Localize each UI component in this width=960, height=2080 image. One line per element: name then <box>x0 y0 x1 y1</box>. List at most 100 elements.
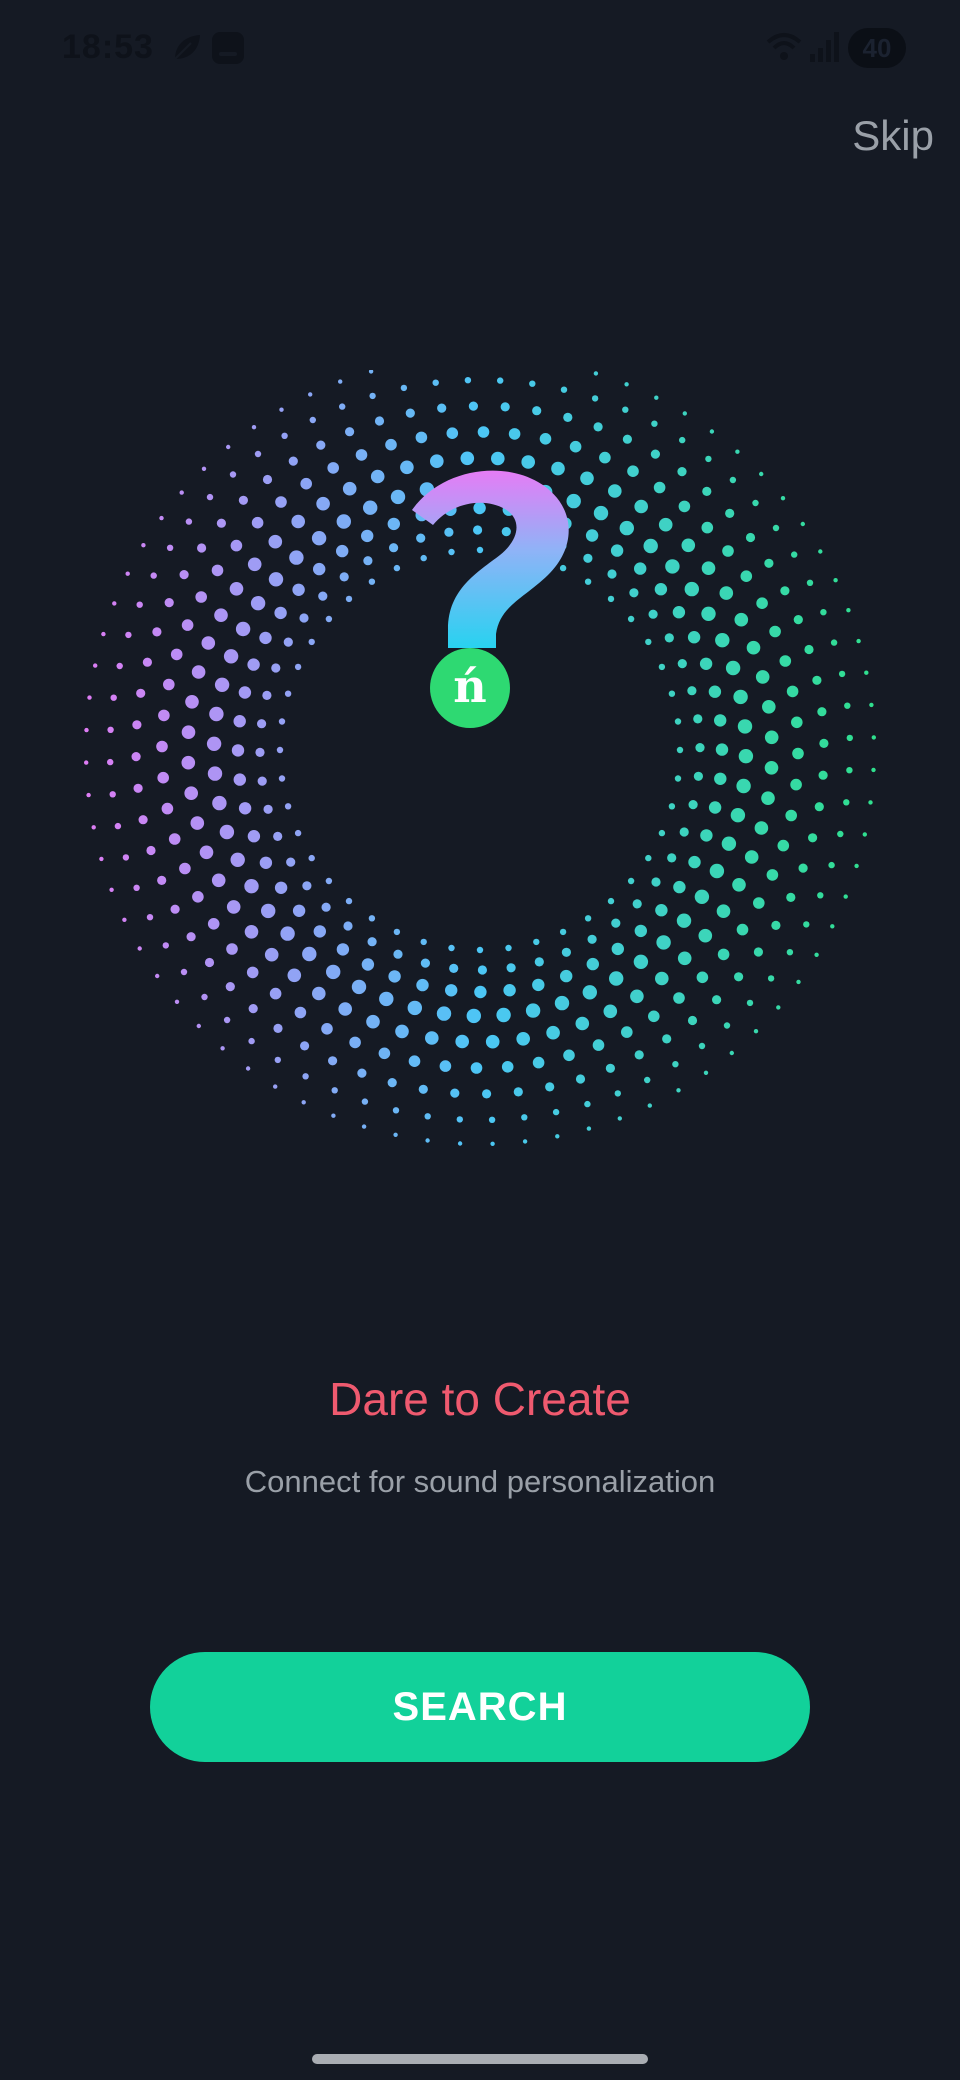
ring-dot <box>817 707 827 717</box>
ring-dot <box>192 891 204 903</box>
ring-dot <box>687 686 697 696</box>
ring-dot <box>284 803 292 810</box>
ring-dot <box>235 621 251 637</box>
ring-dot <box>485 1034 500 1049</box>
ring-dot <box>233 773 246 786</box>
ring-dot <box>744 850 759 864</box>
ring-dot <box>125 631 132 639</box>
ring-dot <box>508 428 521 440</box>
ring-dot <box>708 801 722 814</box>
ring-dot <box>593 371 599 376</box>
ring-dot <box>837 830 844 838</box>
ring-dot <box>286 857 296 867</box>
ring-dot <box>733 689 748 705</box>
ring-dot <box>761 791 775 805</box>
ring-dot <box>206 493 214 501</box>
ring-dot <box>632 899 642 909</box>
ring-dot <box>420 938 427 946</box>
ring-dot <box>607 897 615 905</box>
ring-dot <box>179 570 189 580</box>
ring-dot <box>255 747 265 757</box>
ring-dot <box>133 783 143 793</box>
ring-dot <box>521 455 535 469</box>
ring-dot <box>585 529 599 542</box>
ring-dot <box>701 521 714 534</box>
ring-dot <box>734 972 744 982</box>
ring-dot <box>699 657 713 670</box>
ring-dot <box>204 957 215 968</box>
ring-dot <box>159 515 164 521</box>
ring-dot <box>496 1007 511 1023</box>
ring-dot <box>593 422 603 432</box>
ring-dot <box>674 718 682 725</box>
ring-dot <box>673 880 686 894</box>
ring-dot <box>368 370 374 374</box>
ring-dot <box>559 564 567 572</box>
ring-dot <box>327 462 339 474</box>
ring-dot <box>312 986 326 1001</box>
ring-dot <box>268 572 284 587</box>
ring-dot <box>325 877 333 885</box>
ring-dot <box>791 551 798 558</box>
ring-dot <box>846 767 853 774</box>
ring-dot <box>725 508 735 518</box>
ring-dot <box>688 800 698 810</box>
ring-dot <box>611 942 624 956</box>
ring-dot <box>424 1113 431 1120</box>
ring-dot <box>331 1113 336 1118</box>
battery-icon: 40 <box>848 28 906 68</box>
ring-dot <box>477 426 490 438</box>
ring-dot <box>132 720 142 730</box>
ring-dot <box>735 449 740 454</box>
ring-dot <box>679 827 689 837</box>
ring-dot <box>676 1088 681 1093</box>
ring-dot <box>477 965 487 975</box>
ring-dot <box>559 928 567 936</box>
ring-dot <box>818 549 823 554</box>
ring-dot <box>593 505 609 521</box>
ring-dot <box>181 619 194 631</box>
ring-dot <box>449 963 459 974</box>
search-button[interactable]: SEARCH <box>150 1652 810 1762</box>
ring-dot <box>830 639 838 646</box>
ring-dot <box>238 686 252 699</box>
ring-dot <box>769 625 781 638</box>
ring-dot <box>345 897 353 905</box>
ring-dot <box>385 438 397 451</box>
ring-dot <box>276 746 284 754</box>
ring-dot <box>271 663 281 673</box>
ring-dot <box>196 1023 201 1029</box>
ring-dot <box>186 932 196 942</box>
ring-dot <box>460 451 475 466</box>
ring-dot <box>746 640 761 655</box>
ring-dot <box>698 1042 706 1050</box>
ring-dot <box>506 963 516 973</box>
ring-dot <box>677 467 687 477</box>
ring-dot <box>300 1041 310 1051</box>
ring-dot <box>534 957 544 967</box>
ring-dot <box>415 431 428 444</box>
home-indicator[interactable] <box>312 2054 648 2064</box>
ring-dot <box>488 1116 496 1123</box>
skip-button[interactable]: Skip <box>852 112 934 160</box>
ring-dot <box>673 992 685 1004</box>
ring-dot <box>122 854 130 861</box>
ring-dot <box>418 1084 428 1094</box>
ring-dot <box>294 829 302 837</box>
ring-dot <box>516 1032 530 1046</box>
ring-dot <box>292 583 305 596</box>
ring-dot <box>355 449 368 461</box>
ring-dot <box>363 500 378 515</box>
ring-dot <box>723 1022 731 1029</box>
ring-dot <box>610 544 624 557</box>
ring-dot <box>830 924 835 929</box>
ring-dot <box>627 615 635 623</box>
ring-dot <box>725 660 741 676</box>
ring-dot <box>854 863 859 869</box>
ring-dot <box>677 951 692 966</box>
ring-dot <box>245 1066 251 1071</box>
ring-dot <box>708 685 722 698</box>
ring-dot <box>586 957 599 971</box>
ring-dot <box>125 571 130 576</box>
ring-dot <box>645 854 652 862</box>
